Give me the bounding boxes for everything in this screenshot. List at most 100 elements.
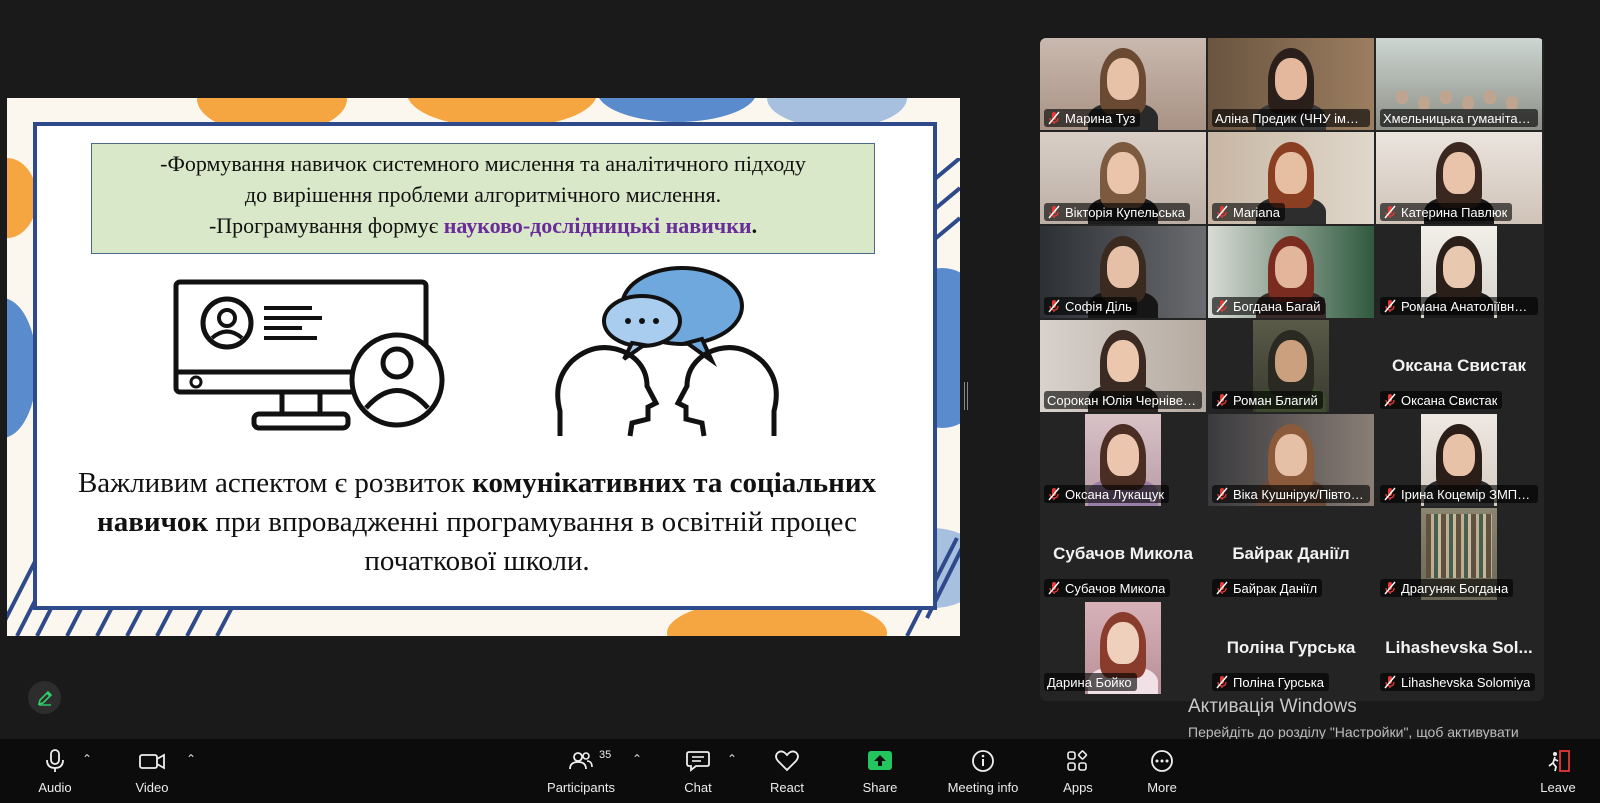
participant-name-tag: Ірина Коцемір ЗМПО-... — [1380, 485, 1538, 503]
microphone-muted-icon — [1216, 675, 1228, 689]
video-button[interactable]: Video — [130, 739, 174, 803]
participant-face — [1275, 58, 1307, 100]
chat-button[interactable]: Chat — [680, 739, 716, 803]
participant-name-tag: Аліна Предик (ЧНУ імені ... — [1212, 109, 1370, 127]
participant-name-tag: Lihashevska Solomiya — [1380, 673, 1536, 691]
audio-options-chevron-icon[interactable]: ⌃ — [82, 752, 92, 766]
participant-tile[interactable]: Оксана Свистак Оксана Свистак — [1376, 320, 1542, 412]
participant-name-tag: Софія Діль — [1044, 297, 1137, 315]
participant-tile[interactable]: Байрак Даніїл Байрак Даніїл — [1208, 508, 1374, 600]
annotate-pen-button[interactable] — [28, 681, 61, 714]
participant-tile[interactable]: Mariana — [1208, 132, 1374, 224]
participant-tile[interactable]: Роман Благий — [1208, 320, 1374, 412]
participant-name-tag: Mariana — [1212, 203, 1285, 221]
more-label: More — [1147, 780, 1177, 795]
audio-label: Audio — [38, 780, 72, 795]
apps-label: Apps — [1063, 780, 1093, 795]
participants-count: 35 — [599, 749, 612, 761]
participant-name: Оксана Свистак — [1401, 392, 1498, 408]
more-button[interactable]: More — [1145, 739, 1179, 803]
chat-options-chevron-icon[interactable]: ⌃ — [727, 752, 737, 766]
react-label: React — [770, 780, 804, 795]
participant-tile[interactable]: Дарина Бойко — [1040, 602, 1206, 694]
participant-tile[interactable]: Ірина Коцемір ЗМПО-... — [1376, 414, 1542, 506]
participant-tile[interactable]: Драгуняк Богдана — [1376, 508, 1542, 600]
pen-icon — [37, 690, 52, 706]
microphone-muted-icon — [1384, 581, 1396, 595]
react-button[interactable]: React — [768, 739, 806, 803]
participant-tile[interactable]: Софія Діль — [1040, 226, 1206, 318]
more-dots-icon — [1151, 750, 1173, 772]
participant-name-tag: Богдана Багай — [1212, 297, 1326, 315]
apps-icon — [1067, 750, 1088, 771]
slide-content-frame: -Формування навичок системного мислення … — [33, 122, 937, 610]
participant-tile[interactable]: Хмельницька гуманітарн... — [1376, 38, 1542, 130]
apps-button[interactable]: Apps — [1062, 739, 1094, 803]
microphone-muted-icon — [1048, 299, 1060, 313]
video-label: Video — [135, 780, 169, 795]
leave-button[interactable]: Leave — [1538, 739, 1578, 803]
participant-face — [1107, 246, 1139, 288]
heart-icon — [775, 750, 799, 772]
participants-options-chevron-icon[interactable]: ⌃ — [632, 752, 642, 766]
slide-highlight-box: -Формування навичок системного мислення … — [91, 143, 875, 254]
participant-name: Оксана Лукащук — [1065, 486, 1165, 502]
microphone-muted-icon — [1048, 581, 1060, 595]
participant-name-tag: Вікторія Купельська — [1044, 203, 1190, 221]
slide-box-line-3: -Програмування формує науково-дослідниць… — [92, 210, 874, 241]
participant-tile[interactable]: Lihashevska Sol... Lihashevska Solomiya — [1376, 602, 1542, 694]
participant-name-tag: Оксана Свистак — [1380, 391, 1503, 409]
participant-face — [1107, 434, 1139, 476]
participant-face — [1107, 340, 1139, 382]
audio-button[interactable]: Audio — [34, 739, 76, 803]
conversation-icon — [555, 266, 779, 437]
participant-face — [1506, 96, 1518, 110]
participant-tile[interactable]: Віка Кушнірук/Півтор... — [1208, 414, 1374, 506]
slide-text-part-c: при впровадженні програмування в освітні… — [208, 506, 857, 577]
participant-name: Богдана Багай — [1233, 298, 1321, 314]
slide-text-part-a: Важливим аспектом є розвиток — [77, 467, 473, 499]
computer-user-icon — [173, 279, 445, 431]
video-camera-icon — [139, 753, 165, 770]
participant-name: Роман Благий — [1233, 392, 1318, 408]
participant-name: Ірина Коцемір ЗМПО-... — [1401, 486, 1533, 502]
share-button[interactable]: Share — [861, 739, 899, 803]
share-screen-icon — [868, 751, 892, 770]
participant-name-tag: Субачов Микола — [1044, 579, 1171, 597]
participant-tile[interactable]: Сорокан Юлія Чернівець... — [1040, 320, 1206, 412]
meeting-toolbar: Audio ⌃ Video ⌃ Participants 35 ⌃ Chat ⌃… — [0, 739, 1600, 803]
participant-name-tag: Поліна Гурська — [1212, 673, 1330, 691]
participant-name-tag: Роман Благий — [1212, 391, 1323, 409]
participant-face — [1275, 340, 1307, 382]
participant-tile[interactable]: Богдана Багай — [1208, 226, 1374, 318]
microphone-icon — [46, 749, 64, 772]
participant-name-tag: Марина Туз — [1044, 109, 1141, 127]
participant-tile[interactable]: Марина Туз — [1040, 38, 1206, 130]
participant-name-tag: Сорокан Юлія Чернівець... — [1044, 391, 1202, 409]
microphone-muted-icon — [1216, 393, 1228, 407]
participant-name: Вікторія Купельська — [1065, 204, 1185, 220]
slide-box-highlight: науково-дослідницькі навички — [443, 213, 752, 238]
participant-tile[interactable]: Оксана Лукащук — [1040, 414, 1206, 506]
participant-tile[interactable]: Вікторія Купельська — [1040, 132, 1206, 224]
participant-face — [1275, 246, 1307, 288]
participant-display-name: Поліна Гурська — [1226, 638, 1356, 657]
participant-name-tag: Дарина Бойко — [1044, 673, 1137, 691]
microphone-muted-icon — [1216, 581, 1228, 595]
participant-name: Lihashevska Solomiya — [1401, 674, 1531, 690]
participants-label: Participants — [547, 780, 615, 795]
microphone-muted-icon — [1216, 299, 1228, 313]
participant-face — [1107, 58, 1139, 100]
participant-name: Романа Анатоліївна З... — [1401, 298, 1533, 314]
video-options-chevron-icon[interactable]: ⌃ — [186, 752, 196, 766]
participant-tile[interactable]: Романа Анатоліївна З... — [1376, 226, 1542, 318]
participant-tile[interactable]: Катерина Павлюк — [1376, 132, 1542, 224]
participant-face — [1440, 90, 1452, 104]
split-view-drag-handle[interactable] — [964, 382, 968, 410]
meeting-info-button[interactable]: Meeting info — [946, 739, 1020, 803]
participant-tile[interactable]: Субачов Микола Субачов Микола — [1040, 508, 1206, 600]
participant-face — [1462, 96, 1474, 110]
slide-box-line-2: до вирішення проблеми алгоритмічного мис… — [244, 182, 722, 207]
participant-tile[interactable]: Поліна Гурська Поліна Гурська — [1208, 602, 1374, 694]
participant-tile[interactable]: Аліна Предик (ЧНУ імені ... — [1208, 38, 1374, 130]
